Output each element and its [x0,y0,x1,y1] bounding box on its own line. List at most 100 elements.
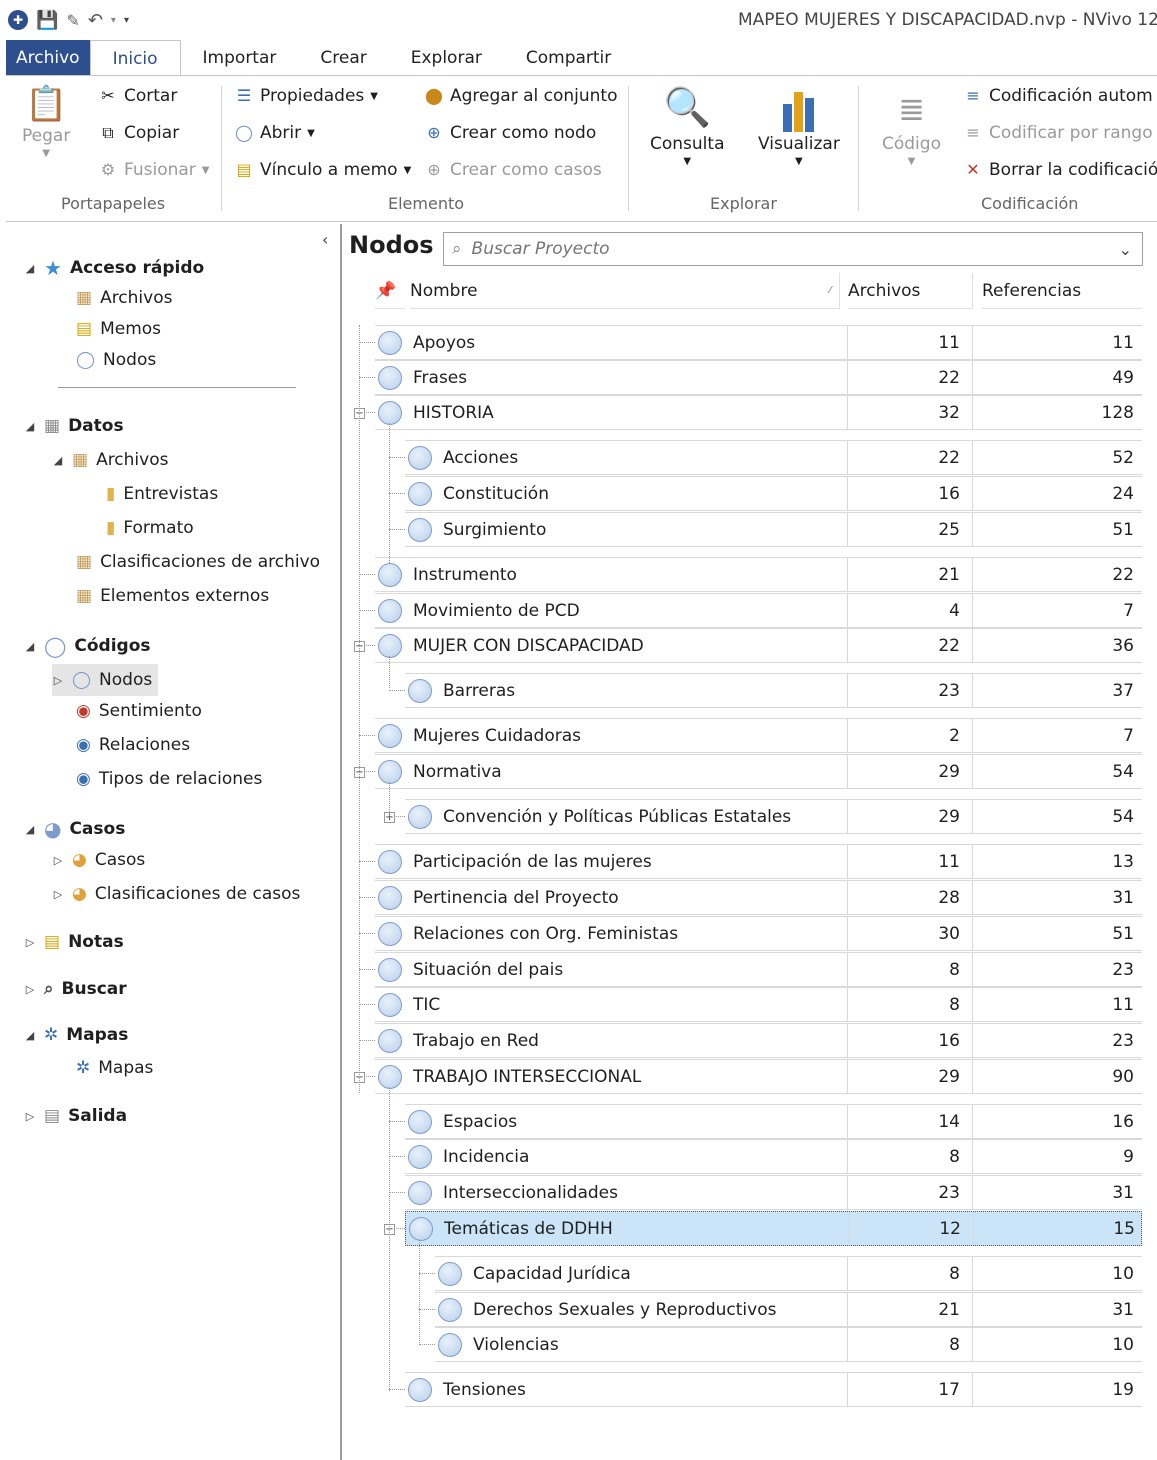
open-button[interactable]: ◯ Abrir ▼ [234,123,315,143]
references-count: 22 [1112,564,1134,585]
clear-coding-button[interactable]: ✕ Borrar la codificació [963,160,1157,180]
paste-button[interactable]: 📋 Pegar ▼ [22,84,70,159]
nav-files[interactable]: ◢ ▦ Archivos [52,450,169,470]
node-name: Tensiones [443,1373,848,1406]
tree-row[interactable]: Tensiones 17 19 [405,1372,1142,1407]
files-count: 22 [848,441,973,474]
tree-row[interactable]: Situación del pais 8 23 [375,952,1142,987]
add-to-set-button[interactable]: ⬤ Agregar al conjunto [424,86,617,106]
tree-row[interactable]: Normativa 29 54 [375,754,1142,789]
customize-toolbar-icon[interactable]: ▾ [124,15,129,26]
nav-nodes[interactable]: ▷ ◯ Nodos [52,664,159,696]
tree-row[interactable]: Convención y Políticas Públicas Estatale… [405,799,1142,834]
nav-qa-files[interactable]: ▦ Archivos [76,288,172,308]
tab-inicio[interactable]: Inicio [89,40,181,76]
tab-importar[interactable]: Importar [181,40,299,76]
search-box[interactable]: ⌕ ⌄ [443,232,1143,266]
nav-format[interactable]: ▮ Formato [106,518,194,538]
query-button[interactable]: 🔍 Consulta ▼ [650,82,724,167]
tree-row[interactable]: Acciones 22 52 [405,440,1142,475]
tab-compartir[interactable]: Compartir [504,40,633,76]
nav-sentiment[interactable]: ◉ Sentimiento [76,701,202,721]
nav-output[interactable]: ▷ ▤ Salida [24,1106,127,1126]
tree-row[interactable]: Interseccionalidades 23 31 [405,1175,1142,1210]
tree-row[interactable]: Espacios 14 16 [405,1104,1142,1139]
tree-row[interactable]: Trabajo en Red 16 23 [375,1023,1142,1058]
tab-explorar[interactable]: Explorar [389,40,504,76]
tree-row[interactable]: Frases 22 49 [375,360,1142,395]
column-header-files[interactable]: Archivos [848,273,973,309]
tree-row[interactable]: Pertinencia del Proyecto 28 31 [375,880,1142,915]
tree-row[interactable]: Barreras 23 37 [405,673,1142,708]
save-icon[interactable]: 💾 [36,10,58,31]
tree-row[interactable]: Surgimiento 25 51 [405,512,1142,547]
tab-crear[interactable]: Crear [298,40,388,76]
tree-row[interactable]: MUJER CON DISCAPACIDAD 22 36 [375,628,1142,663]
tree-connector [389,1156,405,1157]
tree-row[interactable]: Capacidad Jurídica 8 10 [435,1256,1142,1291]
tree-row[interactable]: Violencias 8 10 [435,1327,1142,1362]
tree-connector [359,1004,375,1005]
files-count: 23 [848,674,973,707]
node-icon: ◯ [76,350,96,370]
nav-qa-nodes[interactable]: ◯ Nodos [76,350,156,370]
tree-row[interactable]: TIC 8 11 [375,987,1142,1022]
tree-row[interactable]: Temáticas de DDHH 12 15 [405,1211,1142,1246]
nav-externals[interactable]: ▦ Elementos externos [76,586,269,606]
nav-notes[interactable]: ▷ ▤ Notas [24,932,124,952]
column-header-name[interactable]: Nombre ⁄ [410,273,840,309]
references-count: 31 [1112,1182,1134,1203]
nav-file-classifications[interactable]: ▦ Clasificaciones de archivo [76,552,320,572]
tree-row[interactable]: Apoyos 11 11 [375,325,1142,360]
properties-button[interactable]: ☰ Propiedades ▼ [234,86,378,106]
column-header-refs[interactable]: Referencias [982,273,1142,309]
node-name: Mujeres Cuidadoras [413,719,848,752]
code-button[interactable]: ≣ Código ▼ [882,86,941,167]
tree-row[interactable]: Relaciones con Org. Feministas 30 51 [375,916,1142,951]
nav-interviews[interactable]: ▮ Entrevistas [106,484,218,504]
references-count: 31 [1112,887,1134,908]
visualize-button[interactable]: Visualizar ▼ [758,82,840,167]
undo-dropdown-icon[interactable]: ▾ [111,15,116,26]
column-header-pin[interactable]: 📌 [375,273,405,309]
auto-code-button[interactable]: ≡ Codificación autom [963,86,1152,106]
nav-case-classifications[interactable]: ▷ ◕ Clasificaciones de casos [52,884,301,904]
nav-qa-memos[interactable]: ▤ Memos [76,319,161,339]
tree-row[interactable]: Movimiento de PCD 4 7 [375,593,1142,628]
tree-row[interactable]: Instrumento 21 22 [375,557,1142,592]
nav-relations[interactable]: ◉ Relaciones [76,735,190,755]
nav-data[interactable]: ◢ ▦ Datos [24,416,124,436]
nav-maps[interactable]: ✲ Mapas [76,1058,153,1078]
cut-button[interactable]: ✂ Cortar [98,86,177,106]
tree-row[interactable]: HISTORIA 32 128 [375,395,1142,430]
tree-connector [419,1273,435,1274]
memo-link-button[interactable]: ▤ Vínculo a memo ▼ [234,160,411,180]
search-input[interactable] [469,238,1111,260]
tree-row[interactable]: Participación de las mujeres 11 13 [375,844,1142,879]
tree-row[interactable]: TRABAJO INTERSECCIONAL 29 90 [375,1059,1142,1094]
nav-codes[interactable]: ◢ ◯ Códigos [24,634,151,658]
create-cases-button[interactable]: ⊕ Crear como casos [424,160,601,180]
references-count: 24 [1112,483,1134,504]
range-code-button[interactable]: ≡ Codificar por rango [963,123,1152,143]
tree-row[interactable]: Incidencia 8 9 [405,1139,1142,1174]
memo-link-icon: ▤ [236,160,252,179]
undo-icon[interactable]: ↶ [88,10,103,31]
tree-row[interactable]: Derechos Sexuales y Reproductivos 21 31 [435,1292,1142,1327]
tab-archivo[interactable]: Archivo [6,40,90,76]
nav-quick-access[interactable]: ◢ ★ Acceso rápido [24,256,204,280]
edit-icon[interactable]: ✎ [66,11,79,30]
create-node-button[interactable]: ⊕ Crear como nodo [424,123,596,143]
folder-icon: ▮ [106,484,116,504]
collapse-pane-icon[interactable]: ‹ [322,230,328,249]
tree-row[interactable]: Mujeres Cuidadoras 2 7 [375,718,1142,753]
copy-button[interactable]: ⧉ Copiar [98,123,179,143]
merge-button[interactable]: ⚙ Fusionar ▼ [98,160,210,180]
nav-search[interactable]: ▷ ⌕ Buscar [24,979,127,999]
nav-maps-header[interactable]: ◢ ✲ Mapas [24,1025,129,1045]
chevron-down-icon[interactable]: ⌄ [1119,240,1132,259]
nav-cases[interactable]: ▷ ◕ Casos [52,850,145,870]
nav-relation-types[interactable]: ◉ Tipos de relaciones [76,769,262,789]
nav-cases-header[interactable]: ◢ ◕ Casos [24,817,126,841]
tree-row[interactable]: Constitución 16 24 [405,476,1142,511]
